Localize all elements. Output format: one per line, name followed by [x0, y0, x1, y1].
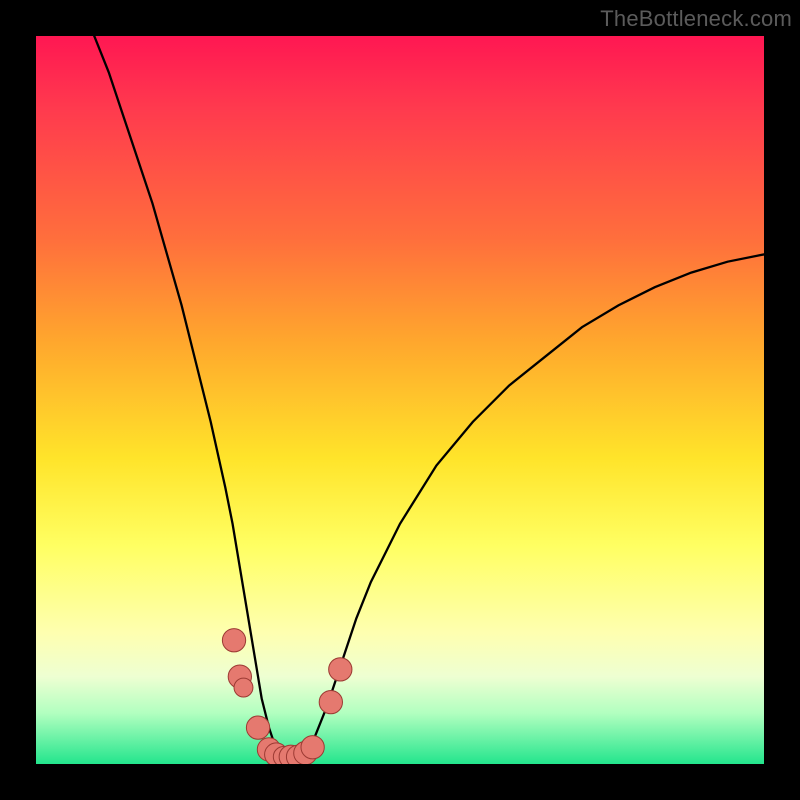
- data-marker: [222, 629, 245, 652]
- curve-markers: [222, 629, 352, 764]
- chart-overlay: [36, 36, 764, 764]
- data-marker: [246, 716, 269, 739]
- watermark-text: TheBottleneck.com: [600, 6, 792, 32]
- data-marker: [329, 658, 352, 681]
- plot-area: [36, 36, 764, 764]
- bottleneck-curve: [94, 36, 764, 764]
- chart-frame: TheBottleneck.com: [0, 0, 800, 800]
- data-marker: [234, 678, 253, 697]
- data-marker: [319, 690, 342, 713]
- data-marker: [301, 736, 324, 759]
